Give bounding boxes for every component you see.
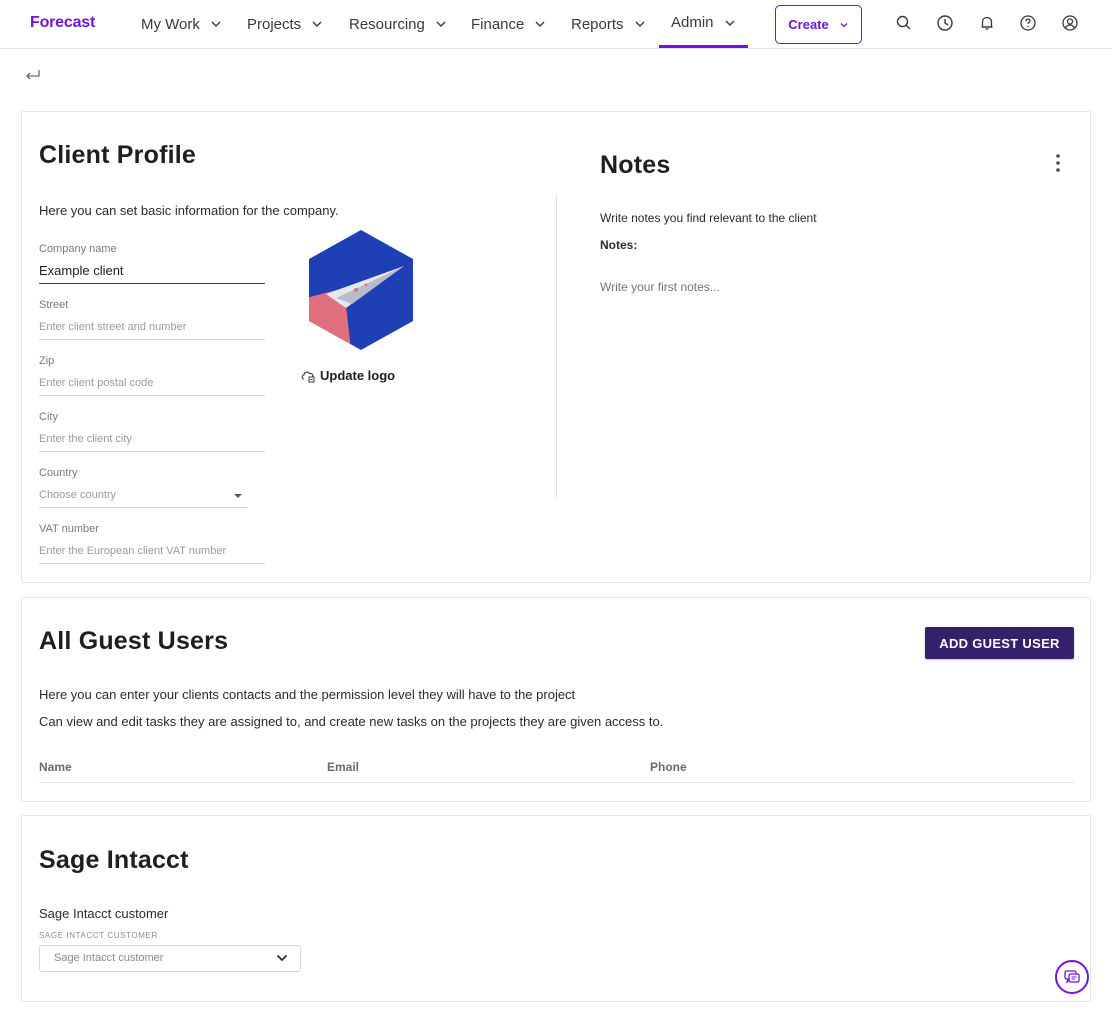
chat-icon xyxy=(1064,970,1080,984)
company-name-input[interactable]: Example client xyxy=(39,263,124,278)
company-name-label: Company name xyxy=(39,243,117,255)
nav-item-my-work[interactable]: My Work xyxy=(141,0,222,48)
nav-item-label: Reports xyxy=(571,15,624,33)
client-logo-image xyxy=(309,230,413,350)
vat-underline xyxy=(39,563,265,564)
column-header-name[interactable]: Name xyxy=(39,760,72,774)
nav-item-label: Admin xyxy=(671,14,714,31)
sage-intacct-customer-select[interactable]: Sage Intacct customer xyxy=(39,945,301,972)
country-label: Country xyxy=(39,467,78,479)
update-logo-button[interactable]: Update logo xyxy=(300,368,395,383)
notes-title: Notes xyxy=(600,151,671,179)
city-underline xyxy=(39,451,265,452)
select-placeholder: Sage Intacct customer xyxy=(54,952,164,964)
vertical-divider xyxy=(556,194,557,499)
column-header-email[interactable]: Email xyxy=(327,760,359,774)
clock-icon[interactable] xyxy=(936,14,954,32)
nav-item-label: Resourcing xyxy=(349,15,425,33)
search-icon[interactable] xyxy=(895,14,913,32)
nav-item-resourcing[interactable]: Resourcing xyxy=(349,0,447,48)
sage-intacct-title: Sage Intacct xyxy=(39,846,189,874)
bell-icon[interactable] xyxy=(978,14,996,32)
guest-users-description-2: Can view and edit tasks they are assigne… xyxy=(39,714,664,729)
nav-item-reports[interactable]: Reports xyxy=(571,0,646,48)
nav-item-admin[interactable]: Admin xyxy=(659,0,748,48)
guest-users-title: All Guest Users xyxy=(39,627,229,655)
city-input[interactable]: Enter the client city xyxy=(39,433,132,445)
chat-support-button[interactable] xyxy=(1055,960,1089,994)
guest-users-card: All Guest Users ADD GUEST USER Here you … xyxy=(21,597,1091,802)
company-name-underline xyxy=(39,283,265,284)
update-logo-label: Update logo xyxy=(320,368,396,383)
create-button[interactable]: Create xyxy=(775,5,862,44)
profile-icon[interactable] xyxy=(1061,14,1079,32)
chevron-down-icon xyxy=(312,21,322,27)
street-input[interactable]: Enter client street and number xyxy=(39,321,186,333)
back-icon[interactable] xyxy=(24,67,42,83)
vat-label: VAT number xyxy=(39,523,99,535)
client-profile-title: Client Profile xyxy=(39,141,196,169)
table-header-divider xyxy=(39,782,1074,783)
nav-item-label: My Work xyxy=(141,15,200,33)
chevron-down-icon xyxy=(276,954,288,962)
chevron-down-icon xyxy=(635,21,645,27)
vat-input[interactable]: Enter the European client VAT number xyxy=(39,545,226,557)
nav-item-finance[interactable]: Finance xyxy=(471,0,546,48)
guest-users-description-1: Here you can enter your clients contacts… xyxy=(39,687,576,702)
country-select[interactable]: Choose country xyxy=(39,489,116,501)
country-underline xyxy=(39,507,247,508)
zip-label: Zip xyxy=(39,355,55,367)
city-label: City xyxy=(39,411,58,423)
zip-underline xyxy=(39,395,265,396)
forecast-logo[interactable]: Forecast xyxy=(30,14,95,32)
client-profile-card: Client Profile Here you can set basic in… xyxy=(21,111,1091,583)
chevron-down-icon xyxy=(211,21,221,27)
add-guest-user-button[interactable]: ADD GUEST USER xyxy=(925,627,1074,659)
chevron-down-icon xyxy=(840,22,848,27)
street-label: Street xyxy=(39,299,69,311)
sage-intacct-card: Sage Intacct Sage Intacct customer SAGE … xyxy=(21,815,1091,1002)
street-underline xyxy=(39,339,265,340)
sage-intacct-label: Sage Intacct customer xyxy=(39,906,169,921)
notes-description: Write notes you find relevant to the cli… xyxy=(600,211,817,225)
client-profile-description: Here you can set basic information for t… xyxy=(39,203,339,218)
chevron-down-icon xyxy=(725,20,735,26)
notes-input[interactable] xyxy=(600,272,1060,302)
nav-item-label: Projects xyxy=(247,15,302,33)
chevron-down-icon xyxy=(436,21,446,27)
chevron-down-icon xyxy=(535,21,545,27)
top-navigation: Forecast My Work Projects Resourcing Fin… xyxy=(0,0,1112,49)
help-icon[interactable] xyxy=(1019,14,1037,32)
column-header-phone[interactable]: Phone xyxy=(650,760,687,774)
sage-intacct-field-label: SAGE INTACCT CUSTOMER xyxy=(39,931,158,940)
nav-item-projects[interactable]: Projects xyxy=(247,0,323,48)
zip-input[interactable]: Enter client postal code xyxy=(39,377,153,389)
dropdown-arrow-icon[interactable] xyxy=(233,493,243,499)
create-button-label: Create xyxy=(788,17,829,32)
notes-label: Notes: xyxy=(600,238,638,252)
nav-item-label: Finance xyxy=(471,15,525,33)
cloud-upload-icon xyxy=(301,371,315,382)
more-options-icon[interactable] xyxy=(1052,153,1064,173)
